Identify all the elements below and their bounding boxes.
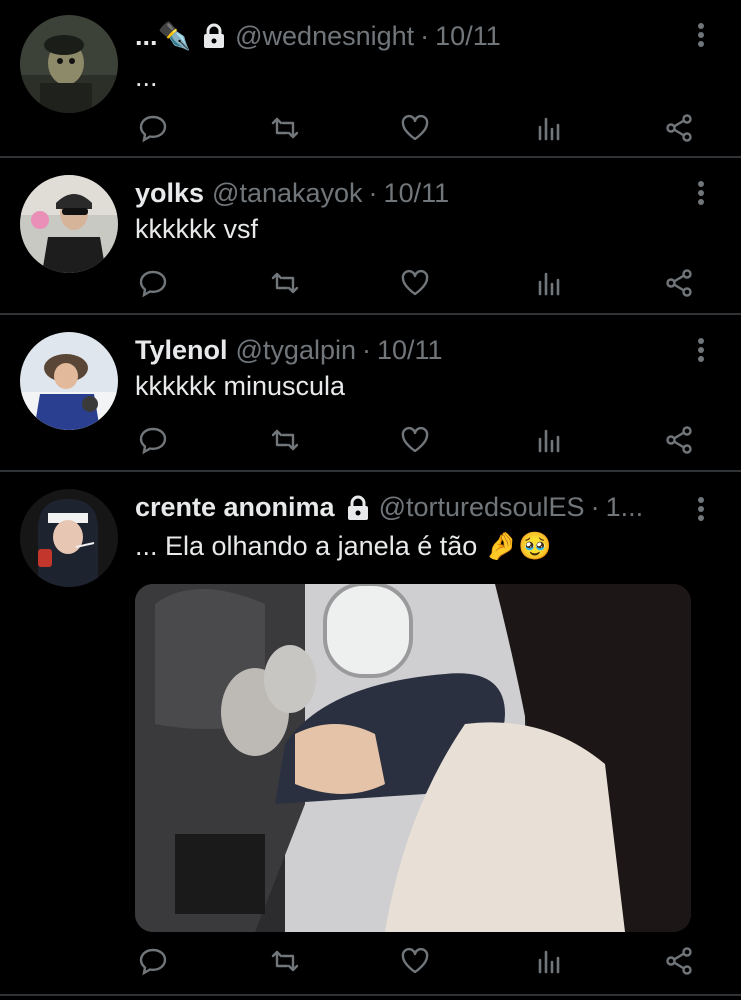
tweet-text: ...: [135, 62, 158, 92]
avatar[interactable]: [20, 15, 118, 113]
more-options-icon[interactable]: [697, 180, 705, 206]
tweet-3[interactable]: Tylenol @tygalpin · 10/11 kkkkkk minuscu…: [0, 315, 741, 472]
like-icon[interactable]: [397, 110, 433, 146]
tweet-text: kkkkkk vsf: [135, 214, 259, 244]
timestamp[interactable]: 10/11: [435, 21, 501, 52]
avatar[interactable]: [20, 489, 118, 587]
handle[interactable]: @torturedsoulES: [379, 492, 585, 523]
avatar[interactable]: [20, 332, 118, 430]
retweet-icon[interactable]: [267, 110, 303, 146]
tweet-header: yolks @tanakayok · 10/11: [135, 178, 681, 209]
handle[interactable]: @tanakayok: [212, 178, 363, 209]
display-name[interactable]: Tylenol: [135, 335, 228, 366]
reply-icon[interactable]: [135, 110, 171, 146]
handle[interactable]: @tygalpin: [236, 335, 356, 366]
tweet-header: Tylenol @tygalpin · 10/11: [135, 335, 681, 366]
action-bar: [135, 110, 705, 146]
share-icon[interactable]: [661, 422, 697, 458]
display-name[interactable]: ...✒️: [135, 20, 191, 52]
more-options-icon[interactable]: [697, 496, 705, 522]
tweet-1[interactable]: ...✒️ @wednesnight · 10/11 ...: [0, 0, 741, 158]
like-icon[interactable]: [397, 265, 433, 301]
reply-icon[interactable]: [135, 265, 171, 301]
display-name[interactable]: crente anonima: [135, 492, 335, 523]
lock-icon: [345, 495, 371, 521]
views-icon[interactable]: [531, 422, 567, 458]
separator: ·: [420, 20, 430, 51]
action-bar: [135, 943, 705, 979]
timestamp[interactable]: 10/11: [384, 178, 450, 209]
lock-icon: [201, 23, 227, 49]
separator: ·: [368, 178, 378, 208]
share-icon[interactable]: [661, 265, 697, 301]
tweet-4[interactable]: crente anonima @torturedsoulES · 1... ..…: [0, 472, 741, 996]
views-icon[interactable]: [531, 110, 567, 146]
retweet-icon[interactable]: [267, 265, 303, 301]
tweet-text: kkkkkk minuscula: [135, 371, 346, 401]
tweet-media-image[interactable]: [135, 584, 691, 932]
reply-icon[interactable]: [135, 943, 171, 979]
retweet-icon[interactable]: [267, 422, 303, 458]
timestamp[interactable]: 1...: [606, 492, 644, 523]
share-icon[interactable]: [661, 943, 697, 979]
tweet-2[interactable]: yolks @tanakayok · 10/11 kkkkkk vsf: [0, 158, 741, 315]
views-icon[interactable]: [531, 943, 567, 979]
like-icon[interactable]: [397, 422, 433, 458]
reply-icon[interactable]: [135, 422, 171, 458]
handle[interactable]: @wednesnight: [235, 21, 414, 52]
separator: ·: [362, 335, 371, 365]
timestamp[interactable]: 10/11: [377, 335, 443, 366]
tweet-header: crente anonima @torturedsoulES · 1...: [135, 492, 681, 523]
tweet-text: ... Ela olhando a janela é tão 🤌🥹: [135, 531, 552, 561]
views-icon[interactable]: [531, 265, 567, 301]
separator: ·: [590, 492, 600, 522]
action-bar: [135, 422, 705, 458]
tweet-header: ...✒️ @wednesnight · 10/11: [135, 20, 681, 52]
avatar[interactable]: [20, 175, 118, 273]
more-options-icon[interactable]: [697, 22, 705, 48]
more-options-icon[interactable]: [697, 337, 705, 363]
action-bar: [135, 265, 705, 301]
share-icon[interactable]: [661, 110, 697, 146]
retweet-icon[interactable]: [267, 943, 303, 979]
display-name[interactable]: yolks: [135, 178, 204, 209]
like-icon[interactable]: [397, 943, 433, 979]
